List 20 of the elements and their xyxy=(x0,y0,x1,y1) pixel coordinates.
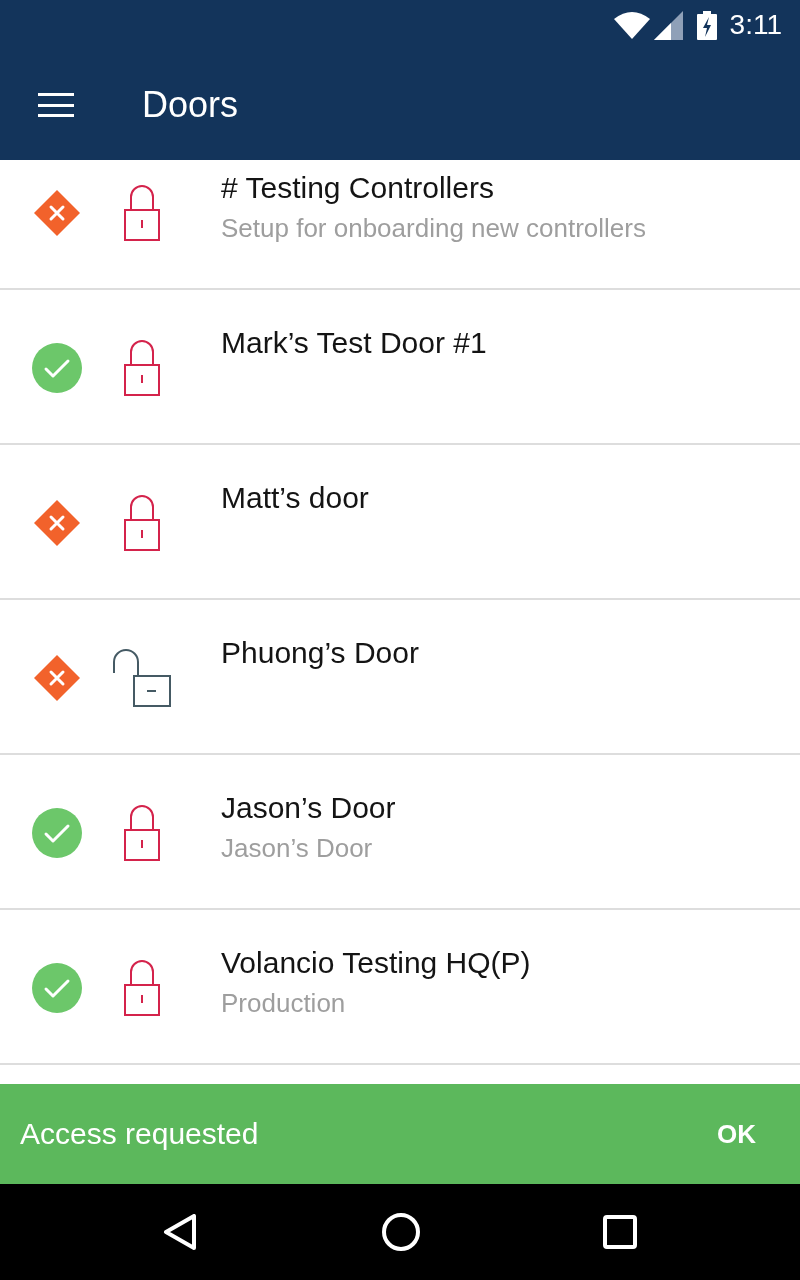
door-name: Mark’s Test Door #1 xyxy=(221,325,487,361)
back-icon[interactable] xyxy=(163,1214,197,1250)
ok-button[interactable]: OK xyxy=(713,1115,760,1153)
door-name: Phuong’s Door xyxy=(221,635,419,671)
home-icon[interactable] xyxy=(382,1213,420,1251)
battery-charging-icon xyxy=(696,10,717,40)
door-description: Jason’s Door xyxy=(221,832,374,864)
signal-icon xyxy=(653,10,683,40)
recents-icon[interactable] xyxy=(603,1215,637,1249)
wifi-icon xyxy=(613,11,650,39)
door-description: Production xyxy=(221,987,347,1019)
screen-title: Doors xyxy=(142,87,239,123)
door-description: Setup for onboarding new controllers xyxy=(221,212,646,244)
door-name: Volancio Testing HQ(P) xyxy=(221,945,531,981)
menu-button[interactable] xyxy=(38,93,74,117)
door-name: Jason’s Door xyxy=(221,790,396,826)
clock-time: 3:11 xyxy=(729,11,782,39)
door-name: # Testing Controllers xyxy=(221,170,495,206)
door-name: Matt’s door xyxy=(221,480,369,516)
snackbar-message: Access requested xyxy=(20,1119,259,1149)
